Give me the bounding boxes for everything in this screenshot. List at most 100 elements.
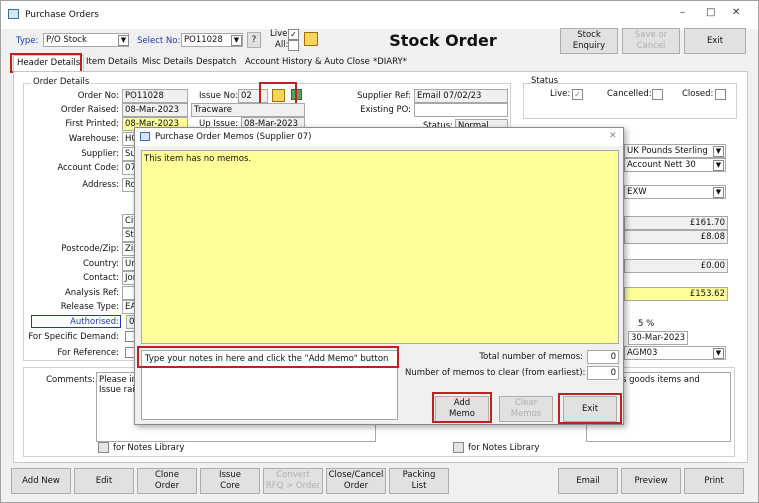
agent-select[interactable]: AGM03 xyxy=(624,346,726,360)
tab-misc-details[interactable]: Misc Details xyxy=(139,55,196,71)
select-no-label: Select No: xyxy=(137,36,181,46)
window-title: Purchase Orders xyxy=(25,10,99,20)
total-field-3: £0.00 xyxy=(624,259,728,273)
status-live-label: Live: xyxy=(550,89,571,99)
currency-select[interactable]: UK Pounds Sterling xyxy=(624,144,726,158)
specific-demand-label: For Specific Demand: xyxy=(28,332,119,342)
warehouse-label: Warehouse: xyxy=(68,134,119,144)
dialog-title-bar: Purchase Order Memos (Supplier 07) ✕ xyxy=(135,128,623,146)
cancelled-checkbox[interactable] xyxy=(652,89,663,100)
closed-label: Closed: xyxy=(682,89,714,99)
total-field-4: £153.62 xyxy=(624,287,728,301)
close-button[interactable]: ✕ xyxy=(732,7,740,18)
notes-library-checkbox[interactable] xyxy=(98,442,109,453)
closed-checkbox[interactable] xyxy=(715,89,726,100)
tab-item-details[interactable]: Item Details xyxy=(83,55,141,71)
stock-enquiry-button[interactable]: Stock Enquiry xyxy=(560,28,618,54)
maximize-button[interactable]: □ xyxy=(706,7,715,18)
order-details-title: Order Details xyxy=(31,77,92,87)
reference-label: For Reference: xyxy=(57,348,119,358)
dialog-icon xyxy=(140,132,150,141)
supplier-label: Supplier: xyxy=(81,149,119,159)
help-button[interactable]: ? xyxy=(247,32,261,48)
account-code-label: Account Code: xyxy=(57,163,119,173)
tab-diary[interactable]: *DIARY* xyxy=(370,55,410,71)
preview-button[interactable]: Preview xyxy=(621,468,681,494)
authorised-label: Authorised: xyxy=(70,317,119,327)
title-bar: Purchase Orders – □ ✕ xyxy=(1,1,758,29)
address-label: Address: xyxy=(82,180,119,190)
dialog-title: Purchase Order Memos (Supplier 07) xyxy=(155,132,312,142)
clear-memos-field[interactable]: 0 xyxy=(587,366,619,380)
add-new-button[interactable]: Add New xyxy=(11,468,71,494)
date-field[interactable]: 30-Mar-2023 xyxy=(628,331,688,345)
email-button[interactable]: Email xyxy=(558,468,618,494)
issue-core-button[interactable]: Issue Core xyxy=(200,468,260,494)
percent-value: 5 % xyxy=(638,319,655,329)
clear-memos-button[interactable]: Clear Memos xyxy=(499,396,553,422)
chevron-down-icon[interactable]: ▼ xyxy=(231,35,242,46)
page-heading: Stock Order xyxy=(389,31,497,50)
total-field-2: £8.08 xyxy=(624,230,728,244)
analysis-ref-label: Analysis Ref: xyxy=(64,288,119,298)
tab-account-history[interactable]: Account History & Auto Close xyxy=(242,55,373,71)
highlight-box xyxy=(558,393,622,424)
notes-library-label-2: for Notes Library xyxy=(468,443,540,453)
comments-label: Comments: xyxy=(46,375,95,385)
purchase-orders-window: Purchase Orders – □ ✕ Type: P/O Stock ▼ … xyxy=(0,0,759,503)
highlight-box xyxy=(137,346,399,368)
exit-button[interactable]: Exit xyxy=(684,28,746,54)
minimize-button[interactable]: – xyxy=(680,7,685,18)
close-cancel-order-button[interactable]: Close/Cancel Order xyxy=(326,468,386,494)
supplier-comments-text: s goods items and xyxy=(622,375,700,385)
chevron-down-icon[interactable]: ▼ xyxy=(713,187,724,198)
packing-list-button[interactable]: Packing List xyxy=(389,468,449,494)
supplier-ref-label: Supplier Ref: xyxy=(356,91,411,101)
edit-button[interactable]: Edit xyxy=(74,468,134,494)
live-checkbox[interactable]: ✓ xyxy=(288,29,299,40)
chevron-down-icon[interactable]: ▼ xyxy=(713,348,724,359)
memo-text: This item has no memos. xyxy=(144,154,252,164)
first-printed-label: First Printed: xyxy=(65,119,119,129)
total-memos-field: 0 xyxy=(587,350,619,364)
status-live-checkbox[interactable]: ✓ xyxy=(572,89,583,100)
all-checkbox[interactable] xyxy=(288,40,299,51)
type-select[interactable]: P/O Stock xyxy=(43,33,129,47)
memo-icon[interactable] xyxy=(304,32,318,46)
notes-library-label: for Notes Library xyxy=(113,443,185,453)
highlight-box xyxy=(10,53,82,73)
memos-dialog: Purchase Order Memos (Supplier 07) ✕ Thi… xyxy=(134,127,624,425)
total-memos-label: Total number of memos: xyxy=(479,352,583,362)
terms-select[interactable]: Account Nett 30 xyxy=(624,158,726,172)
dialog-close-icon[interactable]: ✕ xyxy=(609,131,617,141)
memo-list: This item has no memos. xyxy=(141,150,619,344)
order-no-label: Order No: xyxy=(77,91,119,101)
release-type-label: Release Type: xyxy=(60,302,119,312)
existing-po-label: Existing PO: xyxy=(360,105,411,115)
contact-label: Contact: xyxy=(83,273,119,283)
tab-despatch[interactable]: Despatch xyxy=(193,55,239,71)
highlight-box xyxy=(432,392,492,423)
raised-by-field: Tracware xyxy=(191,103,305,117)
app-icon xyxy=(8,9,19,19)
print-button[interactable]: Print xyxy=(684,468,744,494)
convert-rfq-button[interactable]: Convert RFQ > Order xyxy=(263,468,323,494)
cancelled-label: Cancelled: xyxy=(607,89,652,99)
clear-memos-label: Number of memos to clear (from earliest)… xyxy=(405,368,586,378)
incoterm-select[interactable]: EXW xyxy=(624,185,726,199)
order-raised-field: 08-Mar-2023 xyxy=(122,103,188,117)
order-raised-label: Order Raised: xyxy=(60,105,119,115)
all-label: All: xyxy=(275,40,289,50)
supplier-ref-field: Email 07/02/23 xyxy=(414,89,508,103)
chevron-down-icon[interactable]: ▼ xyxy=(713,160,724,171)
type-label: Type: xyxy=(16,36,39,46)
chevron-down-icon[interactable]: ▼ xyxy=(713,146,724,157)
existing-po-field[interactable] xyxy=(414,103,508,117)
order-no-field: PO11028 xyxy=(122,89,188,103)
chevron-down-icon[interactable]: ▼ xyxy=(118,35,129,46)
save-or-cancel-button[interactable]: Save or Cancel xyxy=(622,28,680,54)
clone-order-button[interactable]: Clone Order xyxy=(137,468,197,494)
country-label: Country: xyxy=(82,259,119,269)
postcode-label: Postcode/Zip: xyxy=(61,244,119,254)
notes-library-checkbox-2[interactable] xyxy=(453,442,464,453)
